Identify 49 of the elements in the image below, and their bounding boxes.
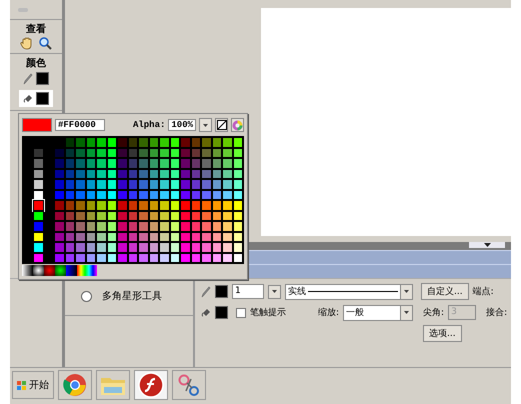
paint-bucket-icon xyxy=(201,306,211,318)
stroke-color-swatch[interactable] xyxy=(215,285,228,298)
color-wheel-button[interactable] xyxy=(231,118,244,132)
paint-bucket-icon xyxy=(23,92,33,104)
collapse-tab[interactable] xyxy=(469,242,505,248)
caret-icon xyxy=(203,124,208,126)
fill-color-swatch[interactable] xyxy=(215,306,228,319)
miter-label: 尖角: xyxy=(423,306,444,319)
taskbar-app-button[interactable] xyxy=(58,370,92,400)
fill-color-swatch[interactable] xyxy=(36,92,49,105)
caret-icon xyxy=(404,311,410,314)
alpha-dropdown-button[interactable] xyxy=(199,118,212,132)
cap-label: 端点: xyxy=(472,286,494,298)
tool-label: 多角星形工具 xyxy=(102,290,162,303)
scale-dropdown[interactable]: 一般 xyxy=(343,304,414,320)
stroke-width-field[interactable]: 1 xyxy=(232,284,264,299)
options-button[interactable]: 选项... xyxy=(423,325,462,342)
color-swatch-grid[interactable] xyxy=(22,136,244,264)
pencil-icon xyxy=(201,286,211,298)
browser-icon xyxy=(63,373,87,397)
current-color-swatch xyxy=(22,118,52,132)
windows-logo-icon xyxy=(17,380,27,390)
stroke-color-swatch[interactable] xyxy=(36,72,49,85)
alpha-label: Alpha: xyxy=(132,120,166,130)
section-title: 查看 xyxy=(26,22,46,36)
caret-icon xyxy=(272,290,277,293)
no-color-icon xyxy=(216,120,226,130)
hex-input-field[interactable]: #FF0000 xyxy=(55,119,105,131)
caret-icon xyxy=(404,290,409,293)
hinting-label: 笔触提示 xyxy=(250,306,287,319)
stroke-style-dropdown[interactable]: 实线 xyxy=(285,284,413,300)
scissors-icon xyxy=(177,373,201,397)
taskbar-app-button[interactable] xyxy=(172,370,206,400)
color-wheel-icon xyxy=(232,120,243,130)
join-label: 接合: xyxy=(486,306,508,319)
taskbar-app-button[interactable] xyxy=(134,370,168,400)
zoom-icon[interactable] xyxy=(38,36,52,50)
section-title: 颜色 xyxy=(26,56,46,70)
radio-button[interactable] xyxy=(81,290,92,302)
alpha-input-field[interactable]: 100% xyxy=(168,119,196,131)
scale-label: 缩放: xyxy=(318,306,340,319)
custom-button[interactable]: 自定义... xyxy=(421,283,469,300)
checkbox[interactable] xyxy=(236,308,246,318)
no-color-button[interactable] xyxy=(215,118,228,132)
start-button[interactable]: 开始 xyxy=(12,371,54,399)
pencil-icon xyxy=(23,72,33,84)
hand-icon[interactable] xyxy=(20,36,34,50)
dropdown-button[interactable] xyxy=(268,284,281,298)
flash-logo-icon xyxy=(138,372,164,398)
